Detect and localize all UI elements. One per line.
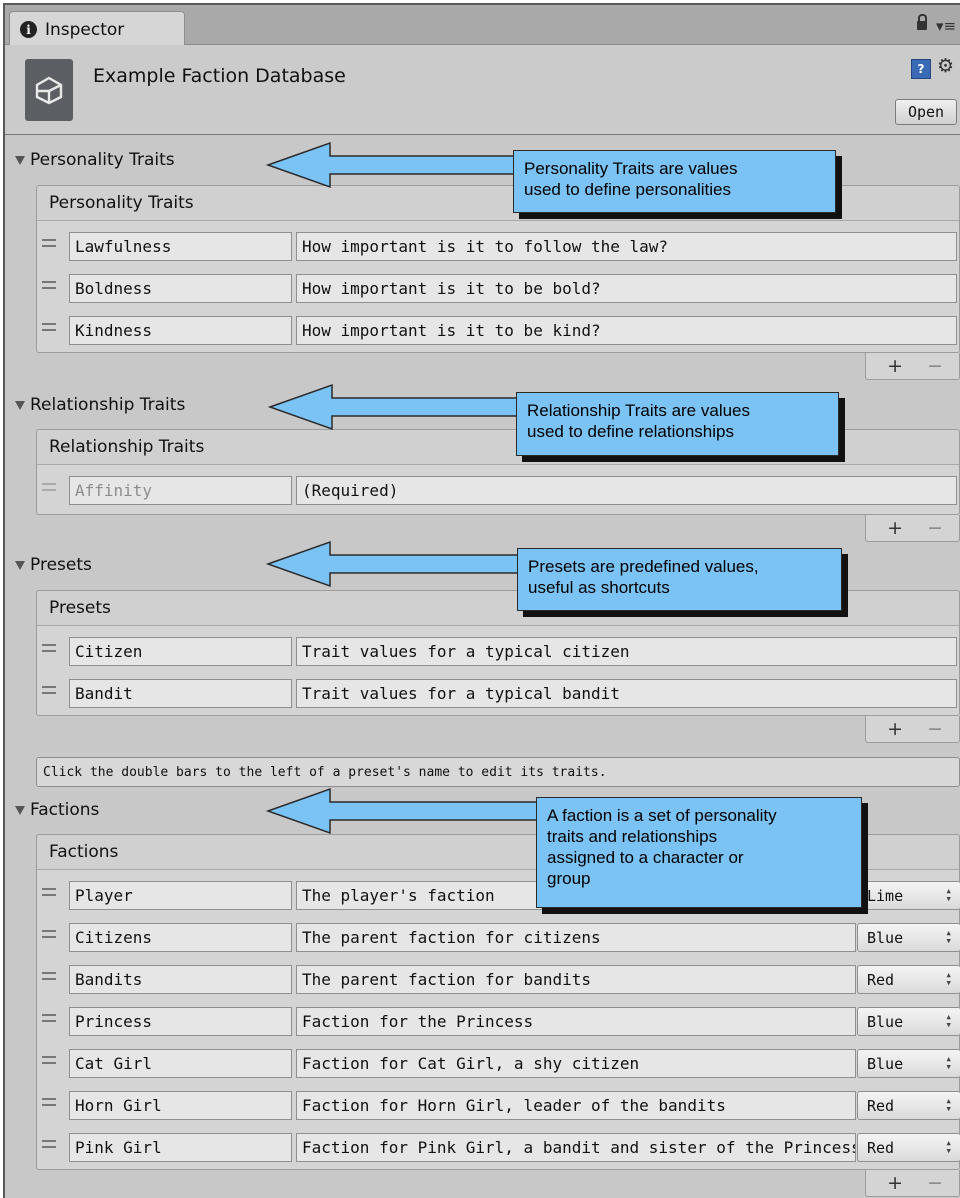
callout-line: traits and relationships bbox=[547, 827, 718, 846]
callout-line: A faction is a set of personality bbox=[547, 806, 777, 825]
callout-line: assigned to a character or bbox=[547, 848, 744, 867]
callout-line: Presets are predefined values, bbox=[528, 557, 759, 576]
arrow-left-icon bbox=[265, 787, 541, 835]
callout-relationship-traits: Relationship Traits are values used to d… bbox=[516, 392, 839, 456]
callout-line: useful as shortcuts bbox=[528, 578, 670, 597]
callout-factions: A faction is a set of personality traits… bbox=[536, 797, 862, 908]
callout-line: used to define personalities bbox=[524, 180, 731, 199]
callout-presets: Presets are predefined values, useful as… bbox=[517, 548, 842, 611]
callout-line: used to define relationships bbox=[527, 422, 734, 441]
arrow-left-icon bbox=[265, 141, 521, 189]
callout-line: Relationship Traits are values bbox=[527, 401, 751, 420]
callout-personality-traits: Personality Traits are values used to de… bbox=[513, 150, 836, 213]
arrow-left-icon bbox=[265, 540, 523, 588]
callout-line: Personality Traits are values bbox=[524, 159, 738, 178]
callout-line: group bbox=[547, 869, 591, 888]
arrow-left-icon bbox=[267, 383, 521, 431]
